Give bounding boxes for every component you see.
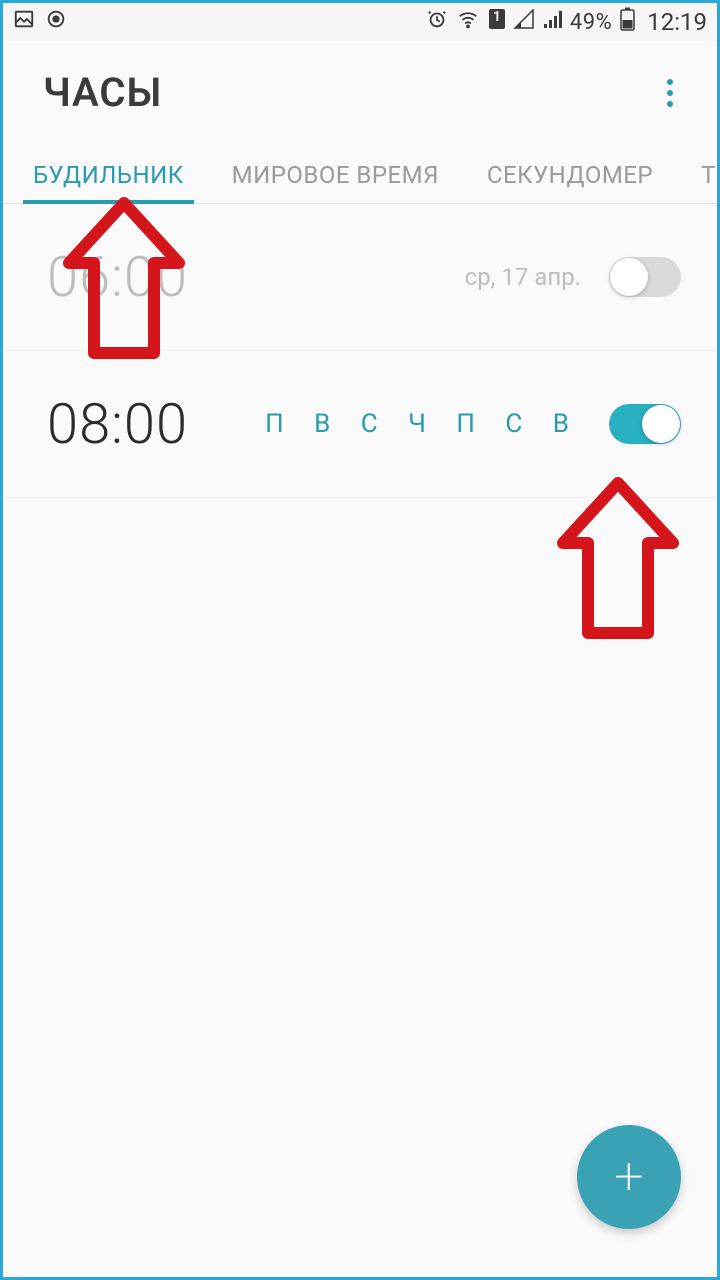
- battery-percent: 49%: [570, 10, 612, 35]
- alarm-toggle[interactable]: [609, 257, 681, 297]
- app-title: ЧАСЫ: [43, 69, 162, 116]
- tab-timer[interactable]: Т: [697, 161, 720, 203]
- status-bar: 1 49% 12:19: [3, 3, 717, 41]
- signal-2-icon: [542, 9, 562, 35]
- alarm-toggle[interactable]: [609, 404, 681, 444]
- tab-world-clock[interactable]: МИРОВОЕ ВРЕМЯ: [228, 161, 443, 203]
- loading-icon: [45, 8, 67, 36]
- signal-1-icon: [514, 9, 534, 35]
- alarm-time: 08:00: [47, 391, 188, 457]
- add-alarm-button[interactable]: +: [577, 1125, 681, 1229]
- status-time: 12:19: [647, 8, 707, 36]
- battery-icon: [620, 7, 635, 37]
- annotation-arrow-tab: [59, 193, 189, 363]
- picture-icon: [13, 8, 35, 36]
- overflow-menu-button[interactable]: [653, 71, 687, 115]
- sim-number: 1: [488, 9, 506, 25]
- alarm-days: П В С Ч П С В: [265, 409, 581, 439]
- header: ЧАСЫ: [3, 41, 717, 146]
- app-frame: 1 49% 12:19 ЧАСЫ БУДИЛЬНИК МИРОВОЕ ВРЕМЯ…: [0, 0, 720, 1280]
- tab-stopwatch[interactable]: СЕКУНДОМЕР: [483, 161, 657, 203]
- plus-icon: +: [614, 1151, 643, 1203]
- alarm-date: ср, 17 апр.: [465, 263, 581, 291]
- annotation-arrow-switch: [553, 473, 683, 643]
- sim-icon: 1: [488, 8, 506, 36]
- alarm-status-icon: [426, 8, 448, 36]
- wifi-icon: [456, 8, 480, 36]
